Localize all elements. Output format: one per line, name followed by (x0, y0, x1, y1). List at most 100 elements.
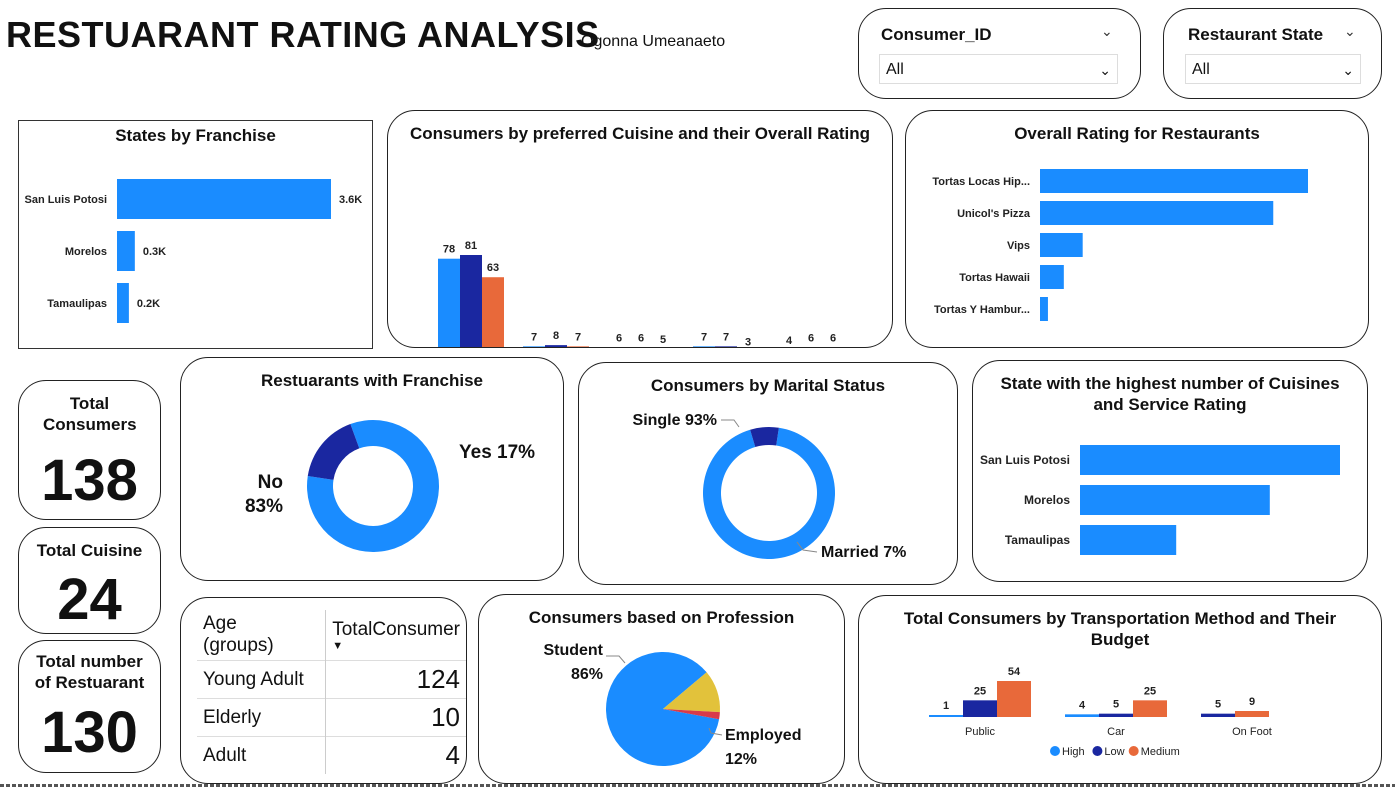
data-label: 5 (660, 334, 666, 346)
slice-label: Employed (725, 727, 801, 744)
data-label: 7 (701, 331, 707, 343)
category-label: Tamaulipas (1005, 533, 1070, 547)
data-label: 6 (616, 333, 622, 345)
data-label: 6 (638, 333, 644, 345)
total-consumers-card: Total Consumers 138 (18, 380, 161, 520)
consumer-id-value: All (886, 61, 904, 78)
legend-marker (1128, 746, 1139, 756)
total-restaurants-card: Total number of Restuarant 130 (18, 640, 161, 773)
franchise-donut-title: Restuarants with Franchise (260, 371, 483, 390)
bar (715, 346, 737, 347)
total-cuisine-value: 24 (57, 567, 122, 632)
overall-rating-chart: Tortas Locas Hip... Unicol's Pizza Vips Tor… (932, 169, 1308, 321)
bar (567, 346, 589, 347)
bar (1080, 485, 1270, 515)
bar (482, 277, 504, 347)
category-label: On Foot (1232, 726, 1272, 738)
bar (1040, 265, 1064, 289)
pie-slice (750, 427, 779, 448)
profession-pie-chart: Student 86% Employed 12% (543, 642, 801, 768)
bar (997, 681, 1031, 717)
consumer-count-cell: 10 (325, 698, 466, 737)
restaurant-state-slicer[interactable]: Restaurant State ⌄ All ⌄ (1163, 8, 1382, 99)
page-title: RESTUARANT RATING ANALYSIS (6, 14, 600, 55)
restaurant-state-dropdown[interactable]: All ⌄ (1185, 54, 1361, 84)
bar (438, 258, 460, 347)
data-label: 63 (487, 262, 499, 274)
legend-item: Medium (1141, 746, 1180, 758)
transport-panel: Total Consumers by Transportation Method… (858, 595, 1382, 784)
bar (1099, 713, 1133, 717)
marital-donut-title: Consumers by Marital Status (650, 376, 886, 395)
transport-chart: 1 25 54 Public 4 5 25 Car 5 9 On Foot High Low Medium (929, 666, 1272, 758)
slice-label: 86% (571, 666, 603, 683)
bar (1080, 445, 1340, 475)
chevron-down-icon[interactable]: ⌄ (1101, 23, 1113, 40)
data-label: 3.6K (339, 194, 362, 206)
pie-slice (703, 427, 835, 559)
legend-item: High (1062, 746, 1085, 758)
bar (1040, 297, 1048, 321)
marital-donut-panel: Consumers by Marital Status Single 93% Ma… (578, 362, 958, 585)
data-label: 5 (1113, 699, 1119, 711)
data-label: 0.3K (143, 246, 166, 258)
marital-donut-chart: Single 93% Married 7% (633, 412, 907, 561)
table-row: Adult 4 (197, 736, 466, 774)
category-label: Car (1107, 726, 1125, 738)
total-consumers-value: 138 (41, 448, 138, 513)
consumer-count-cell: 124 (325, 660, 466, 699)
data-label: 7 (575, 331, 581, 343)
data-label: 8 (553, 330, 559, 342)
states-by-franchise-panel: States by Franchise San Luis Potosi 3.6K M… (18, 120, 373, 349)
author-name: Ogonna Umeanaeto (581, 33, 726, 50)
category-label: Tortas Hawaii (959, 272, 1030, 284)
state-cuisines-title: State with the highest number of Cuisine… (1000, 374, 1340, 414)
data-label: 7 (723, 331, 729, 343)
data-label: 6 (808, 333, 814, 345)
total-cuisine-label: Total Cuisine (36, 541, 143, 560)
bar (1065, 714, 1099, 717)
table-row: Young Adult 124 (197, 660, 466, 699)
restaurant-state-value: All (1192, 61, 1210, 78)
overall-rating-panel: Overall Rating for Restaurants Tortas Lo… (905, 110, 1369, 348)
data-label: 7 (531, 331, 537, 343)
data-label: 78 (443, 244, 455, 256)
profession-pie-panel: Consumers based on Profession Student 86%… (478, 594, 845, 784)
category-label: Morelos (1024, 493, 1070, 507)
category-label: Unicol's Pizza (957, 208, 1031, 220)
franchise-donut-panel: Restuarants with Franchise No 83% Yes 17% (180, 357, 564, 581)
data-label: 81 (465, 240, 477, 252)
age-groups-panel: Age (groups) TotalConsumer ▼ Young Adult… (180, 597, 467, 784)
total-consumers-label: Total Consumers (43, 394, 137, 434)
total-restaurants-value: 130 (41, 700, 138, 765)
slice-label: No (258, 472, 283, 493)
bar (117, 283, 129, 323)
slice-label: Married 7% (821, 544, 906, 561)
total-restaurants-label: Total number of Restuarant (34, 652, 145, 692)
category-label: Vips (1007, 240, 1030, 252)
restaurant-state-slicer-title: Restaurant State (1188, 25, 1324, 44)
total-consumer-header[interactable]: TotalConsumer ▼ (325, 610, 466, 661)
data-label: 54 (1008, 666, 1021, 678)
cuisine-rating-chart: 788163Mexican787American665Cafeteria773C… (438, 240, 836, 347)
bar (460, 255, 482, 347)
bar (1133, 700, 1167, 717)
slice-label: Single 93% (633, 412, 717, 429)
category-label: Morelos (65, 246, 107, 258)
states-by-franchise-chart: San Luis Potosi 3.6K Morelos 0.3K Tamaulipas… (24, 179, 362, 323)
data-label: 5 (1215, 699, 1221, 711)
chevron-down-icon[interactable]: ⌄ (1344, 23, 1356, 40)
age-group-cell: Adult (203, 744, 247, 766)
bar (117, 179, 331, 219)
consumer-id-dropdown[interactable]: All ⌄ (879, 54, 1118, 84)
category-label: Tamaulipas (47, 298, 107, 310)
data-label: 0.2K (137, 298, 160, 310)
legend-item: Low (1104, 746, 1124, 758)
sort-descending-icon: ▼ (332, 640, 344, 652)
data-label: 4 (786, 335, 793, 347)
category-label: San Luis Potosi (24, 194, 107, 206)
age-groups-header[interactable]: Age (groups) (197, 610, 326, 661)
consumer-id-slicer[interactable]: Consumer_ID ⌄ All ⌄ (858, 8, 1141, 99)
cuisine-rating-panel: Consumers by preferred Cuisine and their… (387, 110, 893, 348)
category-label: San Luis Potosi (980, 453, 1070, 467)
